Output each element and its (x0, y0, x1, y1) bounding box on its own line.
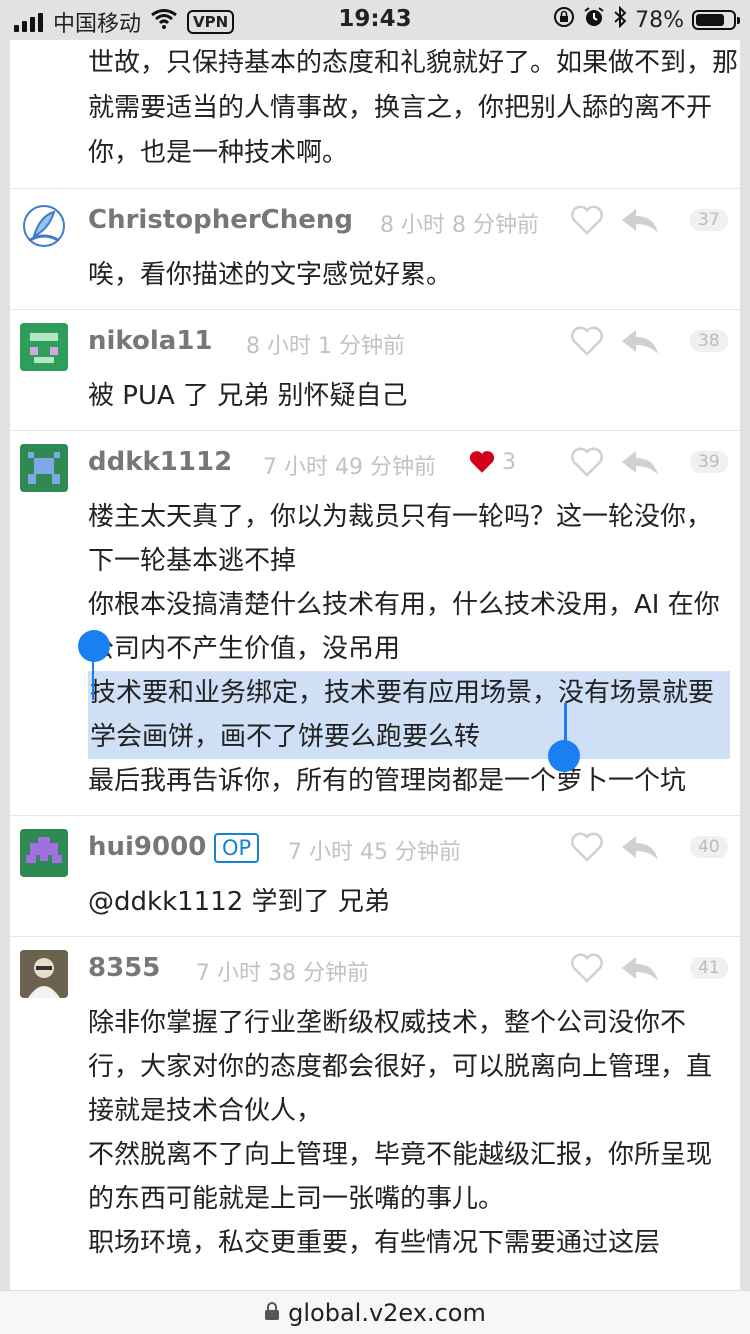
battery-percent: 78% (635, 7, 684, 33)
author-name[interactable]: ddkk1112 (88, 447, 232, 477)
reply-line: 不然脱离不了向上管理，毕竟不能越级汇报，你所呈现的东西可能就是上司一张嘴的事儿。 (88, 1140, 713, 1214)
reply-content: 唉，看你描述的文字感觉好累。 (10, 253, 740, 309)
reply-line: 你根本没搞清楚什么技术有用，什么技术没用，AI 在你公司内不产生价值，没吊用 (88, 590, 720, 664)
rotation-lock-icon (553, 6, 575, 34)
selection-start-caret (92, 660, 94, 700)
reply-content: @ddkk1112 学到了 兄弟 (10, 880, 740, 936)
thank-heart-icon[interactable] (570, 205, 604, 235)
red-heart-icon (469, 451, 495, 473)
reply-header: hui9000 OP 7 小时 45 分钟前 40 (10, 816, 740, 880)
floor-number: 37 (690, 209, 728, 231)
thanks-count: 3 (468, 449, 516, 475)
reply-line: 楼主太天真了，你以为裁员只有一轮吗？这一轮没你，下一轮基本逃不掉 (88, 502, 713, 576)
url-bar[interactable]: global.v2ex.com (0, 1290, 750, 1334)
battery-icon (692, 10, 740, 30)
reply-time: 8 小时 1 分钟前 (246, 334, 405, 359)
author-name[interactable]: nikola11 (88, 326, 213, 356)
reply-item: hui9000 OP 7 小时 45 分钟前 40 @ddkk1112 学到了 … (10, 816, 740, 936)
lock-icon (264, 1299, 280, 1327)
thank-heart-icon[interactable] (570, 326, 604, 356)
reply-content: 除非你掌握了行业垄断级权威技术，整个公司没你不行，大家对你的态度都会很好，可以脱… (10, 1001, 740, 1277)
avatar[interactable] (20, 829, 68, 877)
reply-item: ChristopherCheng 8 小时 8 分钟前 37 唉，看你描述的文字… (10, 189, 740, 309)
reply-header: 8355 7 小时 38 分钟前 41 (10, 937, 740, 1001)
reply-arrow-icon[interactable] (620, 955, 660, 983)
selection-end-handle[interactable] (548, 740, 580, 772)
thank-heart-icon[interactable] (570, 832, 604, 862)
reply-line: 被 PUA 了 兄弟 别怀疑自己 (88, 381, 408, 411)
avatar[interactable] (20, 323, 68, 371)
selection-start-handle[interactable] (78, 630, 110, 662)
reply-line: 最后我再告诉你，所有的管理岗都是一个萝卜一个坑 (88, 766, 687, 796)
alarm-icon (583, 6, 605, 34)
reply-header: ddkk1112 7 小时 49 分钟前 3 39 (10, 431, 740, 495)
floor-number: 39 (690, 451, 728, 473)
reply-arrow-icon[interactable] (620, 449, 660, 477)
op-badge: OP (214, 833, 260, 863)
reply-line: @ddkk1112 学到了 兄弟 (88, 887, 390, 917)
status-right: 78% (553, 5, 740, 34)
author-name[interactable]: ChristopherCheng (88, 205, 353, 235)
reply-line: 唉，看你描述的文字感觉好累。 (88, 260, 453, 290)
reply-item: nikola11 8 小时 1 分钟前 38 被 PUA 了 兄弟 别怀疑自己 (10, 310, 740, 430)
reply-time: 7 小时 49 分钟前 (263, 455, 436, 480)
reply-arrow-icon[interactable] (620, 328, 660, 356)
reply-arrow-icon[interactable] (620, 834, 660, 862)
reply-item: 8355 7 小时 38 分钟前 41 除非你掌握了行业垄断级权威技术，整个公司… (10, 937, 740, 1277)
reply-content: 楼主太天真了，你以为裁员只有一轮吗？这一轮没你，下一轮基本逃不掉 你根本没搞清楚… (10, 495, 740, 815)
floor-number: 40 (690, 836, 728, 858)
url-text: global.v2ex.com (288, 1298, 486, 1327)
avatar[interactable] (20, 444, 68, 492)
reply-content: 被 PUA 了 兄弟 别怀疑自己 (10, 374, 740, 430)
reply-arrow-icon[interactable] (620, 207, 660, 235)
previous-reply-tail: 世故，只保持基本的态度和礼貌就好了。如果做不到，那就需要适当的人情事故，换言之，… (88, 48, 739, 168)
reply-header: nikola11 8 小时 1 分钟前 38 (10, 310, 740, 374)
reply-line: 职场环境，私交更重要，有些情况下需要通过这层 (88, 1228, 661, 1258)
reply-time: 7 小时 45 分钟前 (288, 840, 461, 865)
selected-text[interactable]: 技术要和业务绑定，技术要有应用场景，没有场景就要学会画饼，画不了饼要么跑要么转 (88, 671, 730, 759)
status-bar: 中国移动 VPN 19:43 78% (0, 0, 750, 40)
floor-number: 38 (690, 330, 728, 352)
avatar[interactable] (20, 202, 68, 250)
reply-line: 除非你掌握了行业垄断级权威技术，整个公司没你不行，大家对你的态度都会很好，可以脱… (88, 1008, 713, 1126)
reply-item: ddkk1112 7 小时 49 分钟前 3 39 楼主太天真了，你以为裁员只有… (10, 431, 740, 815)
thank-heart-icon[interactable] (570, 447, 604, 477)
bluetooth-icon (613, 5, 627, 34)
author-name[interactable]: hui9000 (88, 832, 206, 862)
thank-heart-icon[interactable] (570, 953, 604, 983)
replies-card: 世故，只保持基本的态度和礼貌就好了。如果做不到，那就需要适当的人情事故，换言之，… (10, 40, 740, 1290)
author-name[interactable]: 8355 (88, 953, 160, 983)
floor-number: 41 (690, 957, 728, 979)
reply-header: ChristopherCheng 8 小时 8 分钟前 37 (10, 189, 740, 253)
reply-time: 7 小时 38 分钟前 (196, 961, 369, 986)
thanks-number: 3 (502, 449, 516, 475)
avatar[interactable] (20, 950, 68, 998)
reply-time: 8 小时 8 分钟前 (380, 213, 539, 238)
